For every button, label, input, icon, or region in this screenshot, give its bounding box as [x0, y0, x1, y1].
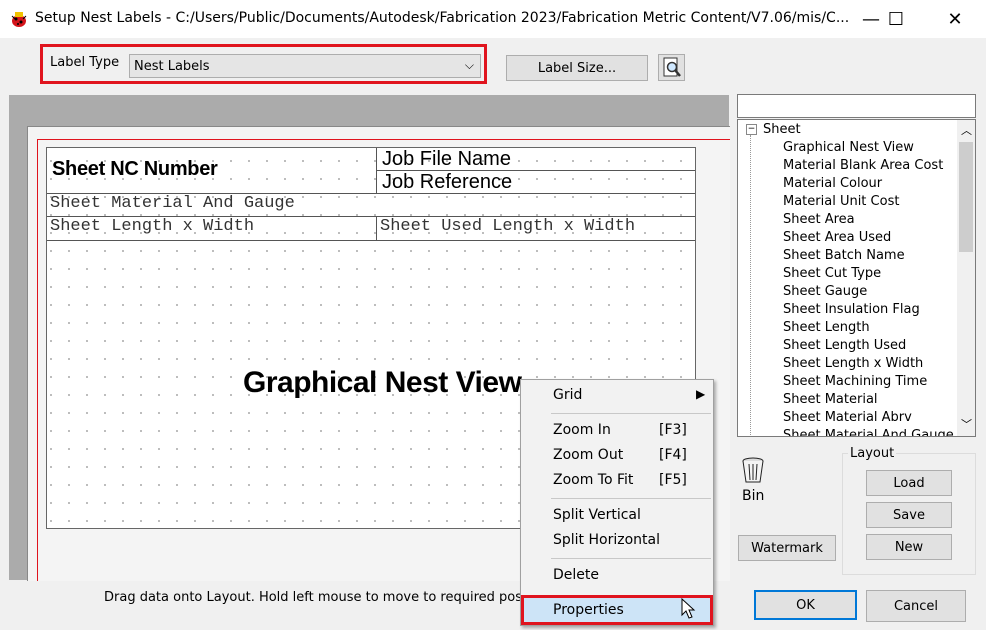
label-type-label: Label Type: [50, 55, 120, 70]
load-button[interactable]: Load: [866, 470, 952, 496]
menu-item-grid[interactable]: Grid: [553, 387, 582, 403]
field-label: Sheet Length x Width: [50, 217, 255, 236]
field-search-input[interactable]: [737, 94, 976, 118]
tree-item[interactable]: Sheet Area: [783, 212, 855, 227]
field-sheet-material-and-gauge[interactable]: Sheet Material And Gauge: [47, 194, 695, 217]
tree-item[interactable]: Material Colour: [783, 176, 882, 191]
label-size-button[interactable]: Label Size...: [506, 55, 648, 81]
menu-item-zoom-out[interactable]: Zoom Out: [553, 447, 623, 463]
title-bar: Setup Nest Labels - C:/Users/Public/Docu…: [0, 0, 986, 38]
scroll-thumb[interactable]: [959, 142, 973, 252]
page-margin-left: [37, 139, 38, 581]
menu-item-properties[interactable]: Properties: [553, 602, 624, 618]
close-button[interactable]: ✕: [932, 0, 978, 38]
tree-item[interactable]: Sheet Area Used: [783, 230, 891, 245]
field-sheet-nc-number[interactable]: Sheet NC Number: [47, 148, 377, 194]
field-job-reference[interactable]: Job Reference: [377, 171, 695, 194]
tree-item[interactable]: Sheet Gauge: [783, 284, 867, 299]
tree-item[interactable]: Sheet Material Abrv: [783, 410, 912, 425]
tree-item[interactable]: Graphical Nest View: [783, 140, 914, 155]
chevron-down-icon: ⌵: [464, 58, 474, 72]
app-bug-icon: [11, 12, 27, 27]
menu-item-zoom-to-fit[interactable]: Zoom To Fit: [553, 472, 633, 488]
scroll-down-icon[interactable]: ﹀: [961, 416, 972, 432]
menu-item-delete[interactable]: Delete: [553, 567, 599, 583]
label-type-dropdown[interactable]: Nest Labels ⌵: [129, 54, 481, 78]
scroll-up-icon[interactable]: ︿: [961, 122, 972, 138]
tree-item[interactable]: Sheet Batch Name: [783, 248, 905, 263]
tree-item[interactable]: Sheet Length x Width: [783, 356, 923, 371]
tree-item[interactable]: Sheet Insulation Flag: [783, 302, 920, 317]
tree-item[interactable]: Sheet Length Used: [783, 338, 906, 353]
maximize-button[interactable]: ☐: [873, 0, 919, 38]
field-label: Sheet NC Number: [52, 158, 218, 180]
context-menu: Grid ▶ Zoom In [F3] Zoom Out [F4] Zoom T…: [520, 379, 714, 626]
menu-separator: [551, 558, 711, 559]
field-label: Job File Name: [382, 148, 511, 170]
submenu-arrow-icon: ▶: [696, 387, 706, 401]
field-label: Graphical Nest View: [243, 366, 522, 399]
tree-item[interactable]: Sheet Machining Time: [783, 374, 927, 389]
tree-item[interactable]: Material Unit Cost: [783, 194, 899, 209]
save-button[interactable]: Save: [866, 502, 952, 528]
tree-item[interactable]: Material Blank Area Cost: [783, 158, 943, 173]
shortcut-zoom-to-fit: [F5]: [659, 472, 687, 488]
watermark-button[interactable]: Watermark: [738, 535, 836, 561]
menu-separator: [551, 498, 711, 499]
tree-item[interactable]: Sheet Length: [783, 320, 870, 335]
ok-button[interactable]: OK: [754, 590, 857, 620]
menu-item-split-vertical[interactable]: Split Vertical: [553, 507, 641, 523]
tree-item[interactable]: Sheet Material And Gauge: [783, 428, 954, 436]
shortcut-zoom-out: [F4]: [659, 447, 687, 463]
bin-icon[interactable]: [740, 456, 766, 484]
collapse-icon[interactable]: −: [746, 124, 757, 135]
field-label: Sheet Material And Gauge: [50, 194, 295, 213]
field-sheet-used-length-width[interactable]: Sheet Used Length x Width: [377, 217, 695, 241]
print-preview-icon: [663, 57, 681, 77]
tree-line: [750, 135, 752, 435]
status-hint: Drag data onto Layout. Hold left mouse t…: [104, 590, 569, 605]
bin-label: Bin: [742, 488, 765, 504]
data-field-tree[interactable]: − Sheet Graphical Nest View Material Bla…: [737, 119, 976, 437]
shortcut-zoom-in: [F3]: [659, 422, 687, 438]
mouse-cursor-icon: [681, 598, 696, 619]
tree-root-sheet[interactable]: Sheet: [763, 122, 801, 137]
cancel-button[interactable]: Cancel: [866, 590, 966, 622]
window-title: Setup Nest Labels - C:/Users/Public/Docu…: [35, 10, 850, 26]
tree-item[interactable]: Sheet Cut Type: [783, 266, 881, 281]
layout-group-title: Layout: [848, 446, 897, 461]
print-preview-button[interactable]: [658, 54, 685, 81]
field-job-file-name[interactable]: Job File Name: [377, 148, 695, 171]
menu-item-split-horizontal[interactable]: Split Horizontal: [553, 532, 660, 548]
menu-separator: [551, 413, 711, 414]
field-label: Job Reference: [382, 171, 513, 193]
tree-scrollbar[interactable]: ︿ ﹀: [957, 120, 975, 436]
new-button[interactable]: New: [866, 534, 952, 560]
field-label: Sheet Used Length x Width: [380, 217, 636, 236]
tree-item[interactable]: Sheet Material: [783, 392, 878, 407]
label-type-value: Nest Labels: [134, 59, 210, 74]
field-sheet-length-width[interactable]: Sheet Length x Width: [47, 217, 377, 241]
page-margin-top: [37, 139, 730, 140]
menu-item-zoom-in[interactable]: Zoom In: [553, 422, 611, 438]
